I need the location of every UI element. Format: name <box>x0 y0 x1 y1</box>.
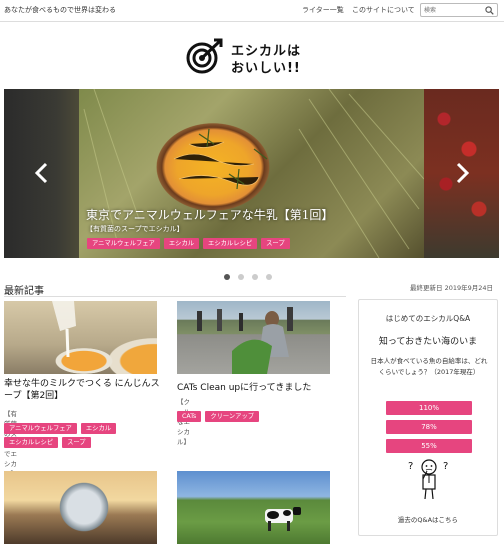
article-tags: アニマルウェルフェア エシカル エシカルレシピ スープ <box>4 423 164 448</box>
thinking-person-icon: ? ? <box>408 459 448 500</box>
top-bar: あなたが食べるもので世界は変わる ライター一覧 このサイトについて <box>0 0 504 22</box>
article-thumbnail[interactable] <box>177 471 330 544</box>
latest-articles-heading: 最新記事 <box>4 286 44 297</box>
qa-option-button[interactable]: 78% <box>386 420 472 434</box>
hero-tag[interactable]: エシカル <box>163 238 200 249</box>
chevron-left-icon[interactable] <box>32 161 52 185</box>
slider-dot[interactable] <box>238 274 244 280</box>
hero-subtitle: 【有質菌のスープでエシカル】 <box>86 225 184 233</box>
article-tags: CATs クリーンアップ <box>177 411 337 422</box>
logo-text-line2: おいしい!! <box>231 61 301 76</box>
svg-text:?: ? <box>408 461 413 472</box>
svg-text:?: ? <box>443 461 448 472</box>
chevron-right-icon[interactable] <box>452 161 472 185</box>
qa-question: 日本人が食べている魚の自給率は、どれくらいでしょう？（2017年現在） <box>370 357 488 376</box>
milk-pitcher-illustration <box>52 301 76 358</box>
nav-about-link[interactable]: このサイトについて <box>352 5 415 15</box>
search-icon[interactable] <box>485 6 494 15</box>
article-title[interactable]: CATs Clean upに行ってきました <box>177 382 337 394</box>
qa-option-button[interactable]: 55% <box>386 439 472 453</box>
section-divider <box>4 296 346 297</box>
article-tag[interactable]: スープ <box>62 437 91 448</box>
article-tag[interactable]: CATs <box>177 411 202 422</box>
article-title[interactable]: 幸せな牛のミルクでつくる にんじんスープ【第2回】 <box>4 378 164 402</box>
hero-title[interactable]: 東京でアニマルウェルフェアな牛乳【第1回】 <box>86 206 333 223</box>
article-tag[interactable]: クリーンアップ <box>205 411 260 422</box>
site-tagline: あなたが食べるもので世界は変わる <box>4 6 116 14</box>
article-thumbnail[interactable] <box>4 301 157 374</box>
nav-writers-link[interactable]: ライター一覧 <box>302 5 344 15</box>
qa-archive-link[interactable]: 過去のQ&Aはこちら <box>359 514 497 524</box>
hero-tags: アニマルウェルフェア エシカル エシカルレシピ スープ <box>87 238 290 249</box>
article-tag[interactable]: アニマルウェルフェア <box>4 423 77 434</box>
article-tag[interactable]: エシカル <box>80 423 117 434</box>
slider-dot[interactable] <box>224 274 230 280</box>
cows-illustration <box>265 507 301 531</box>
search-box <box>420 3 498 17</box>
qa-option-button[interactable]: 110% <box>386 401 472 415</box>
slider-dots <box>224 274 272 280</box>
qa-subheading: 知っておきたい海のいま <box>378 337 478 347</box>
qa-heading: はじめてのエシカルQ&A <box>385 314 471 323</box>
target-arrow-icon <box>186 38 223 74</box>
hero-tag[interactable]: アニマルウェルフェア <box>87 238 160 249</box>
beach-cleanup-illustration <box>197 307 293 374</box>
slider-dot[interactable] <box>266 274 272 280</box>
last-updated-text: 最終更新日 2019年9月24日 <box>410 284 494 292</box>
search-input[interactable] <box>424 5 484 16</box>
hero-tag[interactable]: エシカルレシピ <box>203 238 258 249</box>
qa-widget: はじめてのエシカルQ&A 知っておきたい海のいま 日本人が食べている魚の自給率は… <box>358 299 498 536</box>
article-tag[interactable]: エシカルレシピ <box>4 437 59 448</box>
hero-slider <box>4 89 499 258</box>
site-logo[interactable]: エシカルは おいしい!! <box>186 36 326 76</box>
hero-tag[interactable]: スープ <box>261 238 290 249</box>
article-thumbnail[interactable] <box>177 301 330 374</box>
article-thumbnail[interactable] <box>4 471 157 544</box>
slider-dot[interactable] <box>252 274 258 280</box>
